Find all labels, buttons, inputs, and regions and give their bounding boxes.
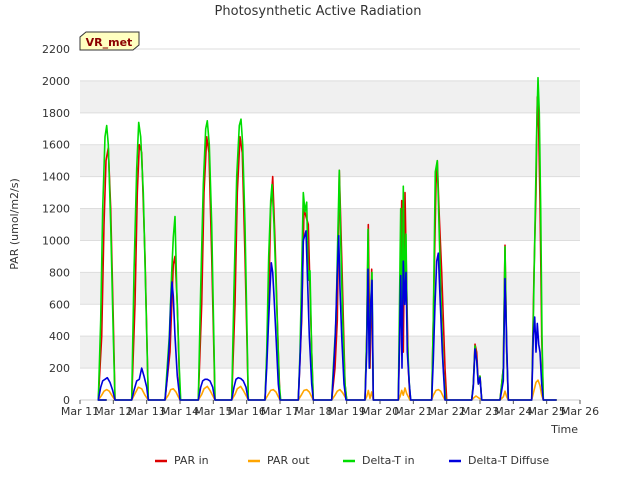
y-tick-label: 400 <box>49 330 70 343</box>
y-tick-label: 1800 <box>42 107 70 120</box>
par-chart: 0200400600800100012001400160018002000220… <box>0 0 640 480</box>
plot-band <box>80 208 580 241</box>
legend-label-delta-t-diffuse: Delta-T Diffuse <box>468 454 549 467</box>
y-tick-label: 2200 <box>42 43 70 56</box>
y-tick-label: 1000 <box>42 234 70 247</box>
y-tick-label: 1200 <box>42 203 70 216</box>
chart-title: Photosynthetic Active Radiation <box>215 4 422 19</box>
x-tick-label: Mar 26 <box>561 405 599 418</box>
plot-band <box>80 336 580 369</box>
y-axis-title: PAR (umol/m2/s) <box>8 178 21 270</box>
legend-label-delta-t-in: Delta-T in <box>362 454 415 467</box>
legend-label-par-in: PAR in <box>174 454 209 467</box>
plot-band <box>80 144 580 177</box>
badge-label: VR_met <box>86 36 133 49</box>
y-tick-label: 800 <box>49 266 70 279</box>
site-badge: VR_met <box>79 31 140 51</box>
y-tick-label: 1400 <box>42 171 70 184</box>
x-axis-title: Time <box>550 423 578 436</box>
plot-band <box>80 80 580 113</box>
y-tick-label: 600 <box>49 298 70 311</box>
y-tick-label: 2000 <box>42 75 70 88</box>
y-tick-label: 1600 <box>42 139 70 152</box>
y-tick-label: 200 <box>49 362 70 375</box>
legend-label-par-out: PAR out <box>267 454 310 467</box>
